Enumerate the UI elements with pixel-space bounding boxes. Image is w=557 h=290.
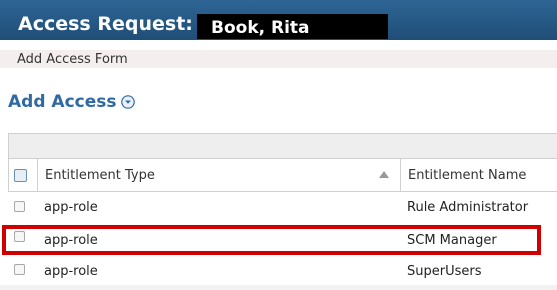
requestee-name: Book, Rita (197, 14, 388, 39)
row-checkbox[interactable] (14, 264, 25, 275)
row-checkbox[interactable] (14, 201, 25, 212)
form-subheader: Add Access Form (0, 50, 557, 68)
column-header-entitlement-type[interactable]: Entitlement Type (45, 168, 155, 184)
select-all-checkbox[interactable] (14, 169, 27, 182)
highlight-annotation-box (2, 225, 541, 255)
entitlement-type-cell: app-role (44, 264, 98, 279)
add-access-section-header[interactable]: Add Access (8, 91, 135, 113)
section-title: Add Access (8, 92, 117, 112)
column-header-entitlement-name[interactable]: Entitlement Name (408, 168, 526, 184)
form-title: Add Access Form (17, 52, 128, 67)
column-divider (37, 159, 38, 191)
entitlements-table: Entitlement Type Entitlement Name app-ro… (8, 133, 557, 290)
entitlement-type-cell: app-role (44, 200, 98, 215)
title-bar: Access Request: Book, Rita (0, 0, 557, 40)
table-toolbar (8, 133, 557, 159)
bottom-edge (0, 285, 557, 290)
entitlement-name-cell: Rule Administrator (407, 200, 529, 215)
page-title: Access Request: (18, 13, 193, 35)
sort-ascending-icon[interactable] (379, 171, 389, 178)
table-row[interactable]: app-role Rule Administrator (8, 192, 557, 223)
column-divider (400, 159, 401, 191)
table-header-row: Entitlement Type Entitlement Name (8, 159, 557, 192)
table-row[interactable]: app-role SuperUsers (8, 256, 557, 287)
chevron-down-circle-icon[interactable] (120, 95, 135, 109)
entitlement-name-cell: SuperUsers (407, 264, 482, 279)
